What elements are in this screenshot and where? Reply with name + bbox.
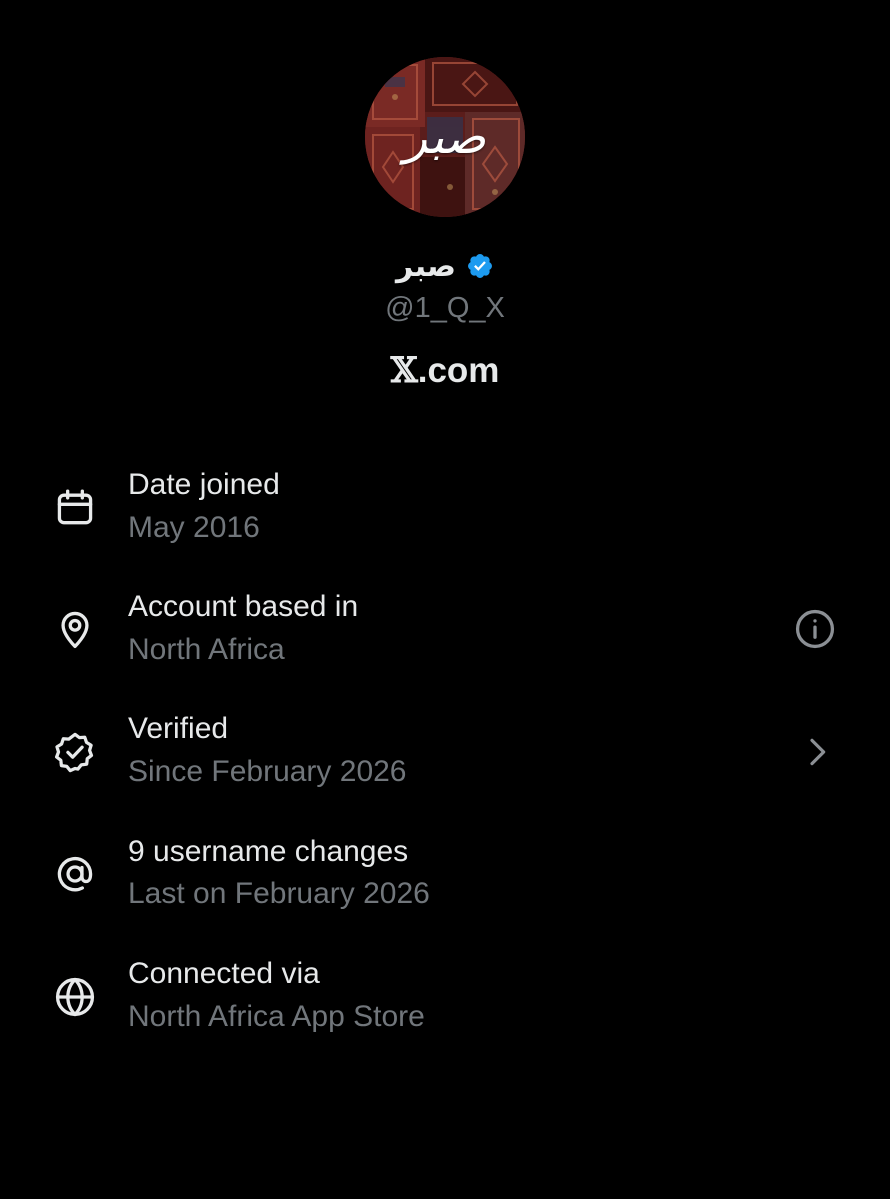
detail-title: Account based in [128, 590, 359, 623]
avatar[interactable]: صبر [365, 57, 525, 217]
detail-row-username-changes: 9 username changes Last on February 2026 [0, 829, 890, 929]
detail-value: North Africa App Store [128, 1000, 425, 1033]
globe-icon [51, 973, 99, 1021]
detail-title: Connected via [128, 957, 320, 990]
detail-row-connected-via: Connected via North Africa App Store [0, 951, 890, 1051]
detail-value: North Africa [128, 633, 285, 666]
detail-value: May 2016 [128, 511, 260, 544]
detail-value: Last on February 2026 [128, 877, 430, 910]
chevron-right-icon[interactable] [793, 728, 841, 776]
detail-title: 9 username changes [128, 835, 409, 868]
verified-badge-icon[interactable] [466, 252, 494, 280]
at-sign-icon [51, 850, 99, 898]
detail-row-date-joined: Date joined May 2016 [0, 460, 890, 560]
profile-name-row: صبر [0, 244, 890, 288]
detail-row-verified[interactable]: Verified Since February 2026 [0, 706, 890, 806]
verified-check-icon [51, 728, 99, 776]
avatar-calligraphy: صبر [404, 109, 486, 165]
site-label: 𝕏.com [0, 350, 890, 391]
calendar-icon [51, 484, 99, 532]
display-name: صبر [396, 248, 456, 284]
x-logo: 𝕏 [390, 350, 418, 391]
location-pin-icon [51, 605, 99, 653]
detail-title: Date joined [128, 468, 280, 501]
username-handle: @1_Q_X [385, 292, 505, 324]
detail-value: Since February 2026 [128, 755, 407, 788]
detail-row-account-based-in: Account based in North Africa [0, 583, 890, 683]
detail-title: Verified [128, 712, 229, 745]
site-suffix: .com [417, 351, 500, 390]
info-icon[interactable] [791, 605, 839, 653]
